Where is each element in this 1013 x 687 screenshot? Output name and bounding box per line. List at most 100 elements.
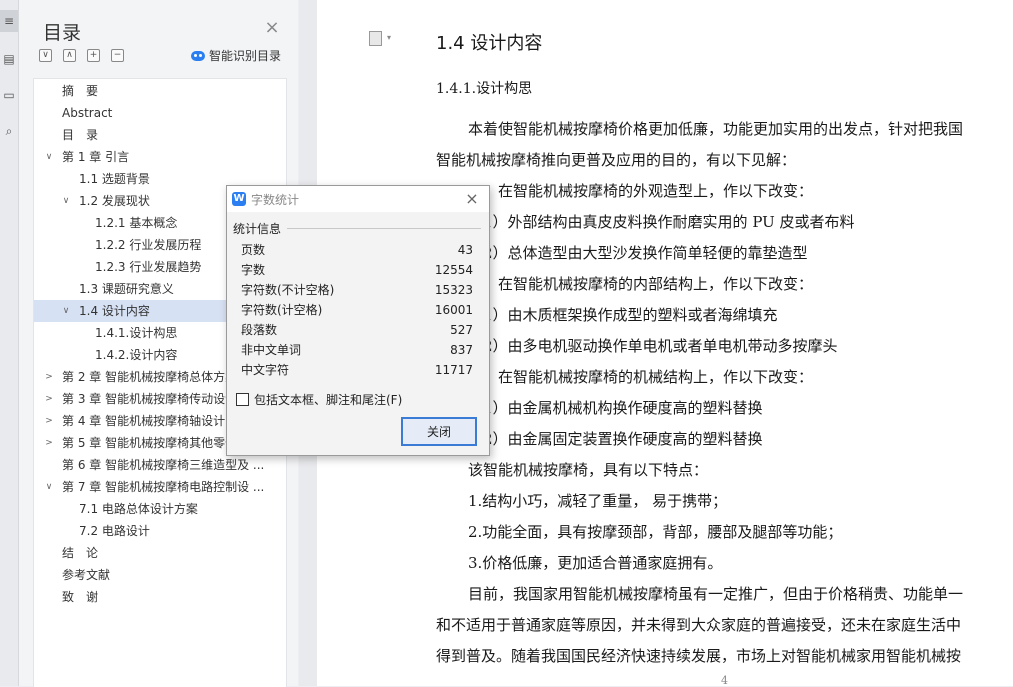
toc-item[interactable]: 致 谢 [34,586,286,608]
stat-value: 12554 [434,263,473,277]
remove-heading-icon[interactable]: − [111,49,124,62]
word-count-dialog: W 字数统计 × 统计信息 页数 43 字数 12554 字符数(不计空格) 15323 字… [226,185,490,456]
toc-item-label: 结 论 [62,546,99,560]
comments-panel-icon[interactable]: ▭ [0,84,18,106]
toc-panel-title: 目录 [43,22,82,44]
close-icon[interactable]: × [264,18,280,38]
document-text-line: 目前，我国家用智能机械按摩椅虽有一定推广，但由于价格稍贵、功能单一 [468,585,964,603]
stat-value: 837 [450,343,473,357]
chevron-right-icon[interactable]: > [44,410,54,432]
toc-item-label: 第 7 章 智能机械按摩椅电路控制设 ... [62,480,265,494]
toc-item-label: 7.2 电路设计 [79,524,150,538]
toc-item[interactable]: 目 录 [34,124,286,146]
search-panel-icon[interactable]: ⌕ [0,120,18,142]
close-button[interactable]: 关闭 [401,417,477,446]
chevron-right-icon[interactable]: > [44,366,54,388]
document-text-line: 本着使智能机械按摩椅价格更加低廉，功能更加实用的出发点，针对把我国 [468,120,964,138]
chevron-down-icon[interactable]: ∨ [44,146,54,168]
document-text-line: 1.结构小巧，减轻了重量， 易于携带； [468,492,728,510]
document-text-line: （1）由木质框架换作成型的塑料或者海绵填充 [468,306,778,324]
document-text-line: 和不适用于普通家庭等原因，并未得到大众家庭的普遍接受，还未在家庭生活中 [436,616,962,634]
toc-item-label: 1.3 课题研究意义 [79,282,174,296]
stats-group-label: 统计信息 [233,222,282,236]
document-text-line: 该智能机械按摩椅，具有以下特点： [468,461,709,479]
stat-label: 字符数(不计空格) [241,283,335,297]
chevron-right-icon[interactable]: > [44,388,54,410]
stat-row: 字符数(计空格) 16001 [241,300,473,320]
document-text-line: （2）由金属固定装置换作硬度高的塑料替换 [468,430,763,448]
toc-item-label: 1.2.1 基本概念 [95,216,178,230]
chevron-right-icon[interactable]: > [44,432,54,454]
subsection-heading: 1.4.1.设计构思 [436,81,533,97]
toc-item[interactable]: 第 6 章 智能机械按摩椅三维造型及 ... [34,454,286,476]
dialog-title: 字数统计 [251,193,300,207]
toc-item-label: Abstract [62,106,113,120]
group-divider [287,228,481,229]
document-text-line: （2）由多电机驱动换作单电机或者单电机带动多按摩头 [468,337,838,355]
expand-level-icon[interactable]: ∧ [63,49,76,62]
toc-item[interactable]: 7.2 电路设计 [34,520,286,542]
toc-item[interactable]: 参考文献 [34,564,286,586]
stat-label: 字符数(计空格) [241,303,323,317]
stat-row: 字符数(不计空格) 15323 [241,280,473,300]
document-text-line: （1）由金属机械机构换作硬度高的塑料替换 [468,399,763,417]
document-text-line: 二、在智能机械按摩椅的内部结构上，作以下改变： [468,275,814,293]
document-text-line: 智能机械按摩椅推向更普及应用的目的，有以下见解： [436,151,797,169]
toc-item[interactable]: 摘 要 [34,80,286,102]
chevron-down-icon[interactable]: ∨ [61,300,71,322]
toc-item-label: 第 1 章 引言 [62,150,130,164]
close-icon[interactable]: × [463,189,481,209]
smart-recognize-toc-button[interactable]: 智能识别目录 [191,47,281,64]
chevron-down-icon[interactable]: ∨ [61,190,71,212]
add-heading-icon[interactable]: + [87,49,100,62]
toc-item-label: 1.4 设计内容 [79,304,150,318]
smart-recognize-label: 智能识别目录 [209,49,282,63]
stat-row: 字数 12554 [241,260,473,280]
toc-item-label: 1.4.1.设计构思 [95,326,178,340]
toc-item-label: 第 4 章 智能机械按摩椅轴设计 [62,414,226,428]
toc-panel-icon[interactable]: ≡ [0,10,18,32]
stat-label: 段落数 [241,323,278,337]
toc-item-label: 目 录 [62,128,99,142]
toc-item[interactable]: 结 论 [34,542,286,564]
stat-row: 段落数 527 [241,320,473,340]
document-text-line: 三、在智能机械按摩椅的机械结构上，作以下改变： [468,368,814,386]
collapse-all-icon[interactable]: ∨ [39,49,52,62]
toc-item-label: 第 3 章 智能机械按摩椅传动设计 [62,392,238,406]
stat-row: 页数 43 [241,240,473,260]
stat-value: 15323 [434,283,473,297]
toc-item[interactable]: 7.1 电路总体设计方案 [34,498,286,520]
section-heading: 1.4 设计内容 [436,33,543,54]
chevron-down-icon[interactable]: ▾ [387,33,391,42]
document-text-line: （1）外部结构由真皮皮料换作耐磨实用的 PU 皮或者布料 [468,213,855,231]
toc-item[interactable]: Abstract [34,102,286,124]
toc-item-label: 1.2 发展现状 [79,194,150,208]
robot-icon [191,50,205,61]
document-text-line: （2）总体造型由大型沙发换作简单轻便的靠垫造型 [468,244,808,262]
wps-writer-icon: W [232,192,246,206]
toc-item-label: 1.2.2 行业发展历程 [95,238,202,252]
include-textboxes-checkbox[interactable]: 包括文本框、脚注和尾注(F) [236,391,402,408]
toc-item[interactable]: ∨ 第 1 章 引言 [34,146,286,168]
stat-label: 中文字符 [241,363,290,377]
checkbox-box[interactable] [236,393,249,406]
left-tool-strip: ≡ ▤ ▭ ⌕ [0,0,19,686]
document-text-line: 一、在智能机械按摩椅的外观造型上，作以下改变： [468,182,814,200]
dialog-titlebar[interactable]: W 字数统计 × [227,186,489,212]
stat-label: 页数 [241,243,266,257]
stat-value: 527 [450,323,473,337]
document-options-icon[interactable] [369,31,382,46]
pages-panel-icon[interactable]: ▤ [0,48,18,70]
toc-item-label: 1.2.3 行业发展趋势 [95,260,202,274]
toc-item-label: 第 6 章 智能机械按摩椅三维造型及 ... [62,458,265,472]
toc-item[interactable]: ∨ 第 7 章 智能机械按摩椅电路控制设 ... [34,476,286,498]
stat-value: 16001 [434,303,473,317]
toc-item-label: 致 谢 [62,590,99,604]
chevron-down-icon[interactable]: ∨ [44,476,54,498]
toc-item-label: 7.1 电路总体设计方案 [79,502,198,516]
stat-row: 非中文单词 837 [241,340,473,360]
stat-value: 43 [457,243,473,257]
document-text-line: 3.价格低廉，更加适合普通家庭拥有。 [468,554,723,572]
document-text-line: 得到普及。随着我国国民经济快速持续发展，市场上对智能机械家用智能机械按 [436,647,962,665]
document-text-line: 2.功能全面，具有按摩颈部，背部，腰部及腿部等功能； [468,523,843,541]
